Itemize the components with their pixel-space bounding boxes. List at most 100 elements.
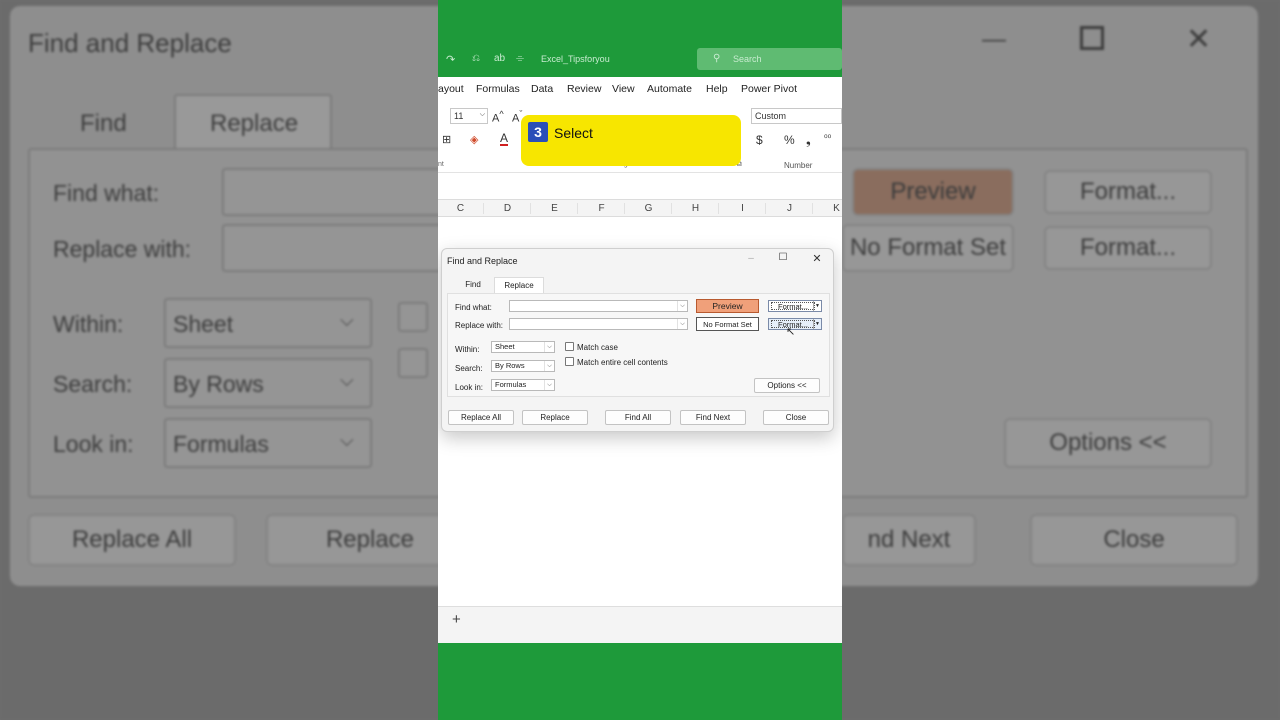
- background-close-icon: ✕: [1186, 23, 1212, 56]
- find-format-button[interactable]: Format... ▼: [768, 300, 822, 312]
- background-search-label: Search:: [53, 371, 133, 397]
- background-chevron-down-icon: ⌵: [340, 370, 354, 390]
- background-maximize-icon: [1080, 26, 1104, 50]
- chevron-down-icon[interactable]: ⌵: [544, 380, 554, 390]
- background-search-value: By Rows: [173, 371, 264, 397]
- close-icon[interactable]: ✕: [810, 252, 824, 266]
- column-header[interactable]: K: [814, 203, 842, 214]
- comma-style-icon[interactable]: ❟: [806, 133, 811, 148]
- search-label: Search:: [455, 364, 483, 373]
- look-in-value: Formulas: [495, 380, 527, 389]
- font-size-value: 11: [454, 111, 464, 121]
- find-next-button[interactable]: Find Next: [680, 410, 746, 425]
- column-header[interactable]: J: [767, 203, 813, 214]
- find-what-input[interactable]: ⌵: [509, 300, 688, 312]
- tab-automate[interactable]: Automate: [647, 83, 692, 95]
- background-look-in-label: Look in:: [53, 431, 134, 457]
- column-header[interactable]: D: [485, 203, 531, 214]
- background-preview: Preview: [852, 168, 1014, 216]
- group-label-number: Number: [784, 161, 813, 170]
- column-header[interactable]: I: [720, 203, 766, 214]
- chevron-down-icon[interactable]: ⌵: [544, 361, 554, 371]
- dropdown-arrow-icon[interactable]: ▼: [813, 301, 821, 311]
- background-options-button: Options <<: [1004, 418, 1212, 468]
- tab-page-layout[interactable]: ayout: [438, 83, 464, 95]
- borders-icon[interactable]: ⊞: [442, 133, 451, 146]
- options-button[interactable]: Options <<: [754, 378, 820, 393]
- column-header[interactable]: C: [438, 203, 484, 214]
- strikethrough-icon[interactable]: ab: [494, 53, 505, 64]
- match-entire-checkbox[interactable]: [565, 357, 574, 366]
- excel-window: ↷ ⎌ ab ⌯ Excel_Tipsforyou ⚲ Search ayout…: [438, 0, 842, 720]
- font-size-box[interactable]: 11 ⌵: [450, 108, 488, 124]
- within-select[interactable]: Sheet ⌵: [491, 341, 555, 353]
- increase-decimal-icon[interactable]: ⁰⁰: [824, 133, 831, 144]
- redo-icon[interactable]: ↷: [446, 53, 455, 66]
- excel-title-bar: ↷ ⎌ ab ⌯ Excel_Tipsforyou ⚲ Search: [438, 44, 842, 76]
- customize-icon[interactable]: ⌯: [516, 53, 524, 64]
- maximize-icon[interactable]: ☐: [776, 252, 790, 266]
- dropdown-arrow-icon[interactable]: ▼: [813, 319, 821, 329]
- tab-power-pivot[interactable]: Power Pivot: [741, 83, 797, 95]
- look-in-label: Look in:: [455, 383, 484, 392]
- minimize-icon[interactable]: –: [744, 253, 758, 267]
- tab-view[interactable]: View: [612, 83, 635, 95]
- font-color-icon[interactable]: A: [500, 132, 509, 146]
- tab-data[interactable]: Data: [531, 83, 553, 95]
- background-no-format: No Format Set: [842, 224, 1014, 272]
- chevron-down-icon[interactable]: ⌵: [677, 319, 687, 329]
- currency-icon[interactable]: $: [756, 133, 763, 147]
- sheet-tab-bar: +: [438, 606, 842, 643]
- column-header[interactable]: H: [673, 203, 719, 214]
- within-value: Sheet: [495, 342, 515, 351]
- fill-color-icon[interactable]: ◈: [470, 133, 478, 146]
- tab-formulas[interactable]: Formulas: [476, 83, 520, 95]
- mouse-cursor-icon: ↖: [786, 326, 796, 338]
- replace-all-button[interactable]: Replace All: [448, 410, 514, 425]
- number-format-box[interactable]: Custom: [751, 108, 842, 124]
- tab-find[interactable]: Find: [460, 277, 486, 293]
- background-chevron-down-icon: ⌵: [340, 310, 354, 330]
- find-replace-dialog: Find and Replace – ☐ ✕ Find Replace Find…: [441, 248, 834, 432]
- search-box[interactable]: ⚲ Search: [697, 48, 842, 70]
- background-replace-with-field: [222, 224, 452, 272]
- tab-help[interactable]: Help: [706, 83, 728, 95]
- chevron-down-icon[interactable]: ⌵: [544, 342, 554, 352]
- increase-font-icon[interactable]: A^: [492, 109, 504, 125]
- replace-with-label: Replace with:: [455, 321, 504, 330]
- find-what-label: Find what:: [455, 303, 492, 312]
- search-icon: ⚲: [713, 53, 721, 64]
- file-name[interactable]: Excel_Tipsforyou: [541, 54, 610, 64]
- add-sheet-icon[interactable]: +: [452, 611, 461, 628]
- match-entire-label: Match entire cell contents: [577, 358, 668, 367]
- close-button[interactable]: Close: [763, 410, 829, 425]
- background-within-label: Within:: [53, 311, 124, 337]
- replace-button[interactable]: Replace: [522, 410, 588, 425]
- tab-replace[interactable]: Replace: [494, 277, 544, 293]
- background-checkbox: [398, 302, 428, 332]
- number-format-value: Custom: [755, 111, 787, 121]
- chevron-down-icon: ⌵: [479, 111, 485, 118]
- dialog-title: Find and Replace: [447, 256, 518, 266]
- tab-review[interactable]: Review: [567, 83, 601, 95]
- replace-with-input[interactable]: ⌵: [509, 318, 688, 330]
- step-callout: 3 Select: [521, 115, 741, 166]
- chevron-down-icon[interactable]: ⌵: [677, 301, 687, 311]
- look-in-select[interactable]: Formulas ⌵: [491, 379, 555, 391]
- step-label: Select: [554, 125, 593, 141]
- find-all-button[interactable]: Find All: [605, 410, 671, 425]
- search-select[interactable]: By Rows ⌵: [491, 360, 555, 372]
- match-case-checkbox[interactable]: [565, 342, 574, 351]
- find-format-preview: Preview: [696, 299, 759, 313]
- column-headers: C D E F G H I J K: [438, 199, 842, 217]
- ribbon-tabs: ayout Formulas Data Review View Automate…: [438, 77, 842, 101]
- column-header[interactable]: E: [532, 203, 578, 214]
- column-header[interactable]: F: [579, 203, 625, 214]
- column-header[interactable]: G: [626, 203, 672, 214]
- background-close: Close: [1030, 514, 1238, 566]
- quick-access-icon[interactable]: ⎌: [472, 53, 480, 64]
- background-minimize-icon: —: [982, 26, 1006, 53]
- background-look-in-value: Formulas: [173, 431, 269, 457]
- background-replace-all: Replace All: [28, 514, 236, 566]
- percent-icon[interactable]: %: [784, 133, 795, 147]
